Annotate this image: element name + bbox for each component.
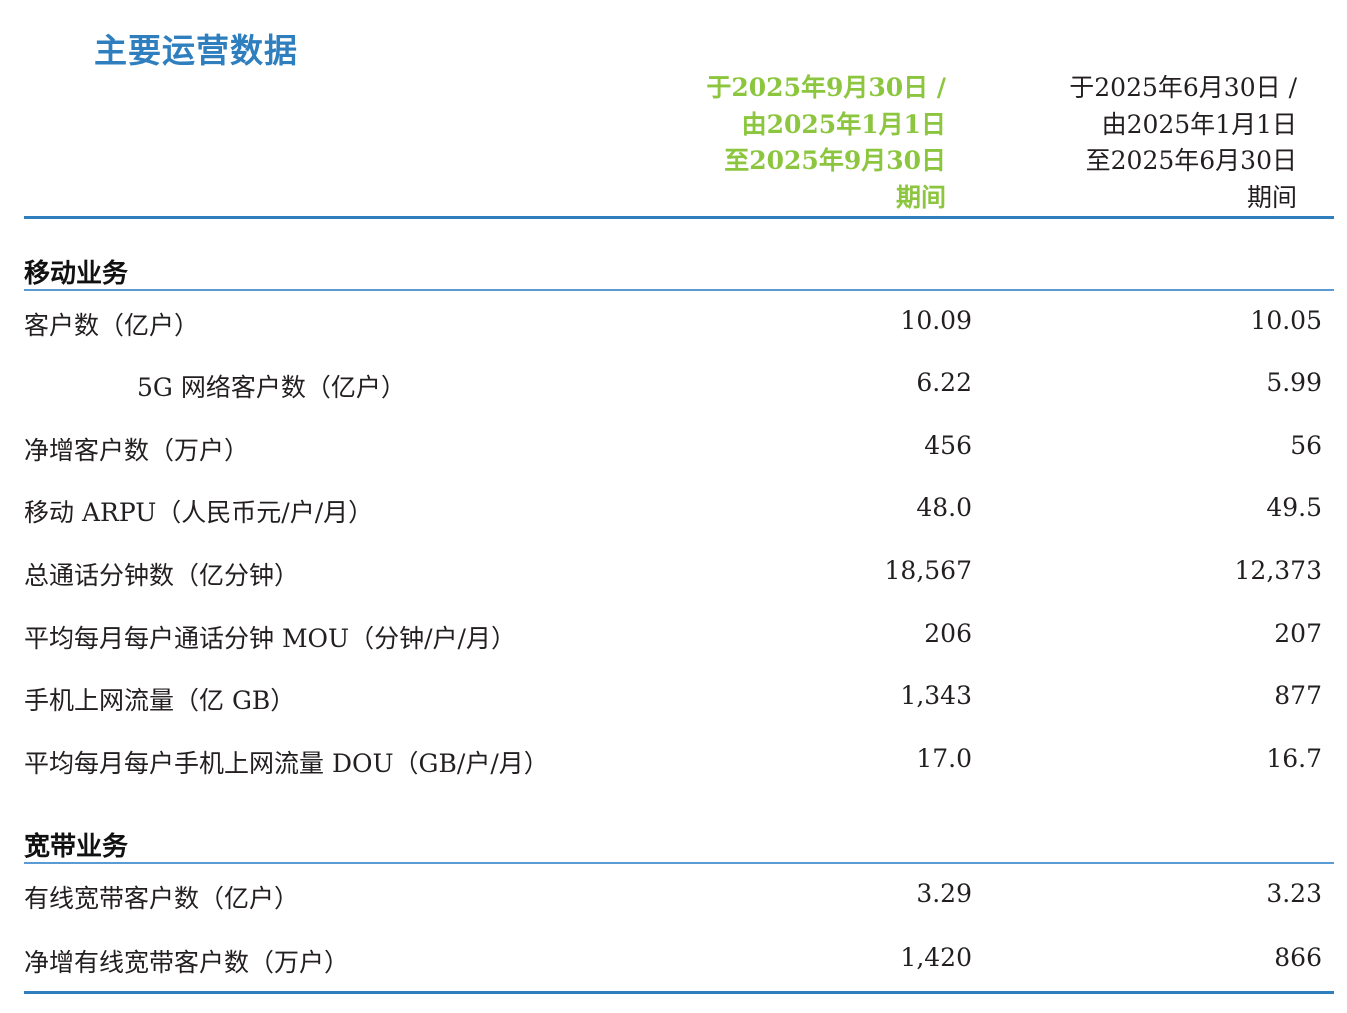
table-row: 5G 网络客户数（亿户） 6.22 5.99 [24,368,1322,408]
row-value-current: 1,343 [900,681,972,710]
table-row: 移动 ARPU（人民币元/户/月） 48.0 49.5 [24,493,1322,533]
table-bottom-rule [24,991,1334,994]
page-title: 主要运营数据 [94,31,298,70]
row-label: 移动 ARPU（人民币元/户/月） [24,498,374,527]
column-header-prior-line: 至2025年6月30日 [1085,146,1297,175]
row-value-prior: 207 [1274,619,1322,648]
row-value-prior: 3.23 [1266,879,1322,908]
row-label: 有线宽带客户数（亿户） [24,884,300,913]
row-value-current: 48.0 [916,493,972,522]
row-value-prior: 49.5 [1266,493,1322,522]
column-header-current-line: 期间 [895,182,946,212]
column-header-prior-line: 期间 [1246,182,1297,212]
column-header-prior-line: 由2025年1月1日 [1101,109,1297,139]
row-label: 净增有线宽带客户数（万户） [24,948,350,977]
header-divider [24,216,1334,219]
row-value-prior: 877 [1274,681,1322,710]
section-title-mobile: 移动业务 [24,259,129,289]
row-label: 平均每月每户手机上网流量 DOU（GB/户/月） [24,749,549,778]
column-header-current-period: 于2025年9月30日 / 由2025年1月1日 至2025年9月30日 期间 [706,70,946,216]
row-label: 净增客户数（万户） [24,436,250,465]
row-label: 5G 网络客户数（亿户） [137,373,406,402]
row-value-current: 456 [924,431,972,460]
row-value-current: 3.29 [916,879,972,908]
row-value-current: 10.09 [900,306,972,335]
table-row: 客户数（亿户） 10.09 10.05 [24,306,1322,346]
column-header-current-line: 至2025年9月30日 [724,146,946,175]
section-title-broadband: 宽带业务 [24,832,129,862]
row-value-current: 206 [924,619,972,648]
row-value-prior: 12,373 [1234,556,1322,585]
row-value-prior: 56 [1290,431,1322,460]
row-value-current: 1,420 [900,943,972,972]
section-divider [24,862,1334,864]
row-label: 手机上网流量（亿 GB） [24,686,296,715]
row-value-current: 18,567 [884,556,972,585]
row-value-prior: 16.7 [1266,744,1322,773]
table-row: 净增有线宽带客户数（万户） 1,420 866 [24,943,1322,983]
column-header-prior-period: 于2025年6月30日 / 由2025年1月1日 至2025年6月30日 期间 [1069,70,1297,216]
row-value-current: 6.22 [916,368,972,397]
table-row: 平均每月每户通话分钟 MOU（分钟/户/月） 206 207 [24,619,1322,659]
row-value-prior: 5.99 [1266,368,1322,397]
table-row: 净增客户数（万户） 456 56 [24,431,1322,471]
row-label: 总通话分钟数（亿分钟） [24,561,300,590]
column-header-current-line: 于2025年9月30日 / [706,73,946,102]
table-row: 总通话分钟数（亿分钟） 18,567 12,373 [24,556,1322,596]
row-label: 客户数（亿户） [24,311,200,340]
table-row: 手机上网流量（亿 GB） 1,343 877 [24,681,1322,721]
row-value-prior: 10.05 [1250,306,1322,335]
column-header-prior-line: 于2025年6月30日 / [1069,73,1297,102]
section-divider [24,289,1334,291]
row-value-current: 17.0 [916,744,972,773]
row-label: 平均每月每户通话分钟 MOU（分钟/户/月） [24,624,516,653]
column-header-current-line: 由2025年1月1日 [741,109,946,139]
table-row: 有线宽带客户数（亿户） 3.29 3.23 [24,879,1322,919]
row-value-prior: 866 [1274,943,1322,972]
table-row: 平均每月每户手机上网流量 DOU（GB/户/月） 17.0 16.7 [24,744,1322,784]
